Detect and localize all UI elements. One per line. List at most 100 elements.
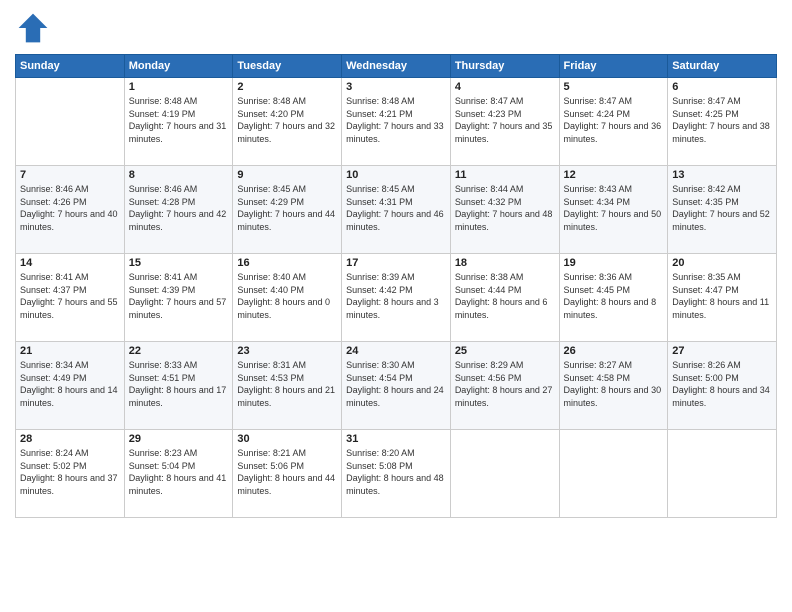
calendar-header-row: SundayMondayTuesdayWednesdayThursdayFrid… [16, 55, 777, 78]
calendar-cell: 22 Sunrise: 8:33 AMSunset: 4:51 PMDaylig… [124, 342, 233, 430]
calendar-cell [450, 430, 559, 518]
calendar-cell: 2 Sunrise: 8:48 AMSunset: 4:20 PMDayligh… [233, 78, 342, 166]
day-number: 21 [20, 345, 120, 357]
day-number: 17 [346, 257, 446, 269]
page-container: SundayMondayTuesdayWednesdayThursdayFrid… [0, 0, 792, 612]
day-number: 15 [129, 257, 229, 269]
day-info: Sunrise: 8:35 AMSunset: 4:47 PMDaylight:… [672, 271, 772, 321]
day-info: Sunrise: 8:47 AMSunset: 4:24 PMDaylight:… [564, 95, 664, 145]
calendar-cell [668, 430, 777, 518]
day-number: 18 [455, 257, 555, 269]
calendar-cell: 11 Sunrise: 8:44 AMSunset: 4:32 PMDaylig… [450, 166, 559, 254]
calendar-cell: 20 Sunrise: 8:35 AMSunset: 4:47 PMDaylig… [668, 254, 777, 342]
day-info: Sunrise: 8:47 AMSunset: 4:25 PMDaylight:… [672, 95, 772, 145]
calendar-cell: 28 Sunrise: 8:24 AMSunset: 5:02 PMDaylig… [16, 430, 125, 518]
day-number: 1 [129, 81, 229, 93]
day-number: 16 [237, 257, 337, 269]
calendar-cell: 10 Sunrise: 8:45 AMSunset: 4:31 PMDaylig… [342, 166, 451, 254]
calendar-cell: 13 Sunrise: 8:42 AMSunset: 4:35 PMDaylig… [668, 166, 777, 254]
day-header-friday: Friday [559, 55, 668, 78]
day-info: Sunrise: 8:48 AMSunset: 4:21 PMDaylight:… [346, 95, 446, 145]
day-number: 13 [672, 169, 772, 181]
day-number: 28 [20, 433, 120, 445]
day-info: Sunrise: 8:27 AMSunset: 4:58 PMDaylight:… [564, 359, 664, 409]
calendar-cell: 19 Sunrise: 8:36 AMSunset: 4:45 PMDaylig… [559, 254, 668, 342]
day-header-sunday: Sunday [16, 55, 125, 78]
day-number: 11 [455, 169, 555, 181]
day-number: 6 [672, 81, 772, 93]
day-number: 3 [346, 81, 446, 93]
calendar-table: SundayMondayTuesdayWednesdayThursdayFrid… [15, 54, 777, 518]
day-info: Sunrise: 8:33 AMSunset: 4:51 PMDaylight:… [129, 359, 229, 409]
day-info: Sunrise: 8:40 AMSunset: 4:40 PMDaylight:… [237, 271, 337, 321]
day-number: 23 [237, 345, 337, 357]
day-number: 10 [346, 169, 446, 181]
day-number: 24 [346, 345, 446, 357]
day-info: Sunrise: 8:20 AMSunset: 5:08 PMDaylight:… [346, 447, 446, 497]
header [15, 10, 777, 46]
day-info: Sunrise: 8:31 AMSunset: 4:53 PMDaylight:… [237, 359, 337, 409]
day-info: Sunrise: 8:29 AMSunset: 4:56 PMDaylight:… [455, 359, 555, 409]
day-info: Sunrise: 8:44 AMSunset: 4:32 PMDaylight:… [455, 183, 555, 233]
day-number: 4 [455, 81, 555, 93]
day-info: Sunrise: 8:46 AMSunset: 4:28 PMDaylight:… [129, 183, 229, 233]
calendar-cell: 26 Sunrise: 8:27 AMSunset: 4:58 PMDaylig… [559, 342, 668, 430]
logo-icon [15, 10, 51, 46]
calendar-cell: 14 Sunrise: 8:41 AMSunset: 4:37 PMDaylig… [16, 254, 125, 342]
day-number: 29 [129, 433, 229, 445]
day-number: 5 [564, 81, 664, 93]
day-info: Sunrise: 8:34 AMSunset: 4:49 PMDaylight:… [20, 359, 120, 409]
calendar-week-row: 28 Sunrise: 8:24 AMSunset: 5:02 PMDaylig… [16, 430, 777, 518]
day-header-thursday: Thursday [450, 55, 559, 78]
day-info: Sunrise: 8:30 AMSunset: 4:54 PMDaylight:… [346, 359, 446, 409]
calendar-cell: 21 Sunrise: 8:34 AMSunset: 4:49 PMDaylig… [16, 342, 125, 430]
day-info: Sunrise: 8:24 AMSunset: 5:02 PMDaylight:… [20, 447, 120, 497]
day-info: Sunrise: 8:43 AMSunset: 4:34 PMDaylight:… [564, 183, 664, 233]
calendar-cell: 1 Sunrise: 8:48 AMSunset: 4:19 PMDayligh… [124, 78, 233, 166]
day-number: 2 [237, 81, 337, 93]
calendar-cell: 8 Sunrise: 8:46 AMSunset: 4:28 PMDayligh… [124, 166, 233, 254]
calendar-cell: 30 Sunrise: 8:21 AMSunset: 5:06 PMDaylig… [233, 430, 342, 518]
calendar-cell: 29 Sunrise: 8:23 AMSunset: 5:04 PMDaylig… [124, 430, 233, 518]
calendar-week-row: 14 Sunrise: 8:41 AMSunset: 4:37 PMDaylig… [16, 254, 777, 342]
calendar-cell: 27 Sunrise: 8:26 AMSunset: 5:00 PMDaylig… [668, 342, 777, 430]
day-info: Sunrise: 8:48 AMSunset: 4:19 PMDaylight:… [129, 95, 229, 145]
calendar-cell: 4 Sunrise: 8:47 AMSunset: 4:23 PMDayligh… [450, 78, 559, 166]
calendar-week-row: 7 Sunrise: 8:46 AMSunset: 4:26 PMDayligh… [16, 166, 777, 254]
day-number: 14 [20, 257, 120, 269]
day-info: Sunrise: 8:36 AMSunset: 4:45 PMDaylight:… [564, 271, 664, 321]
calendar-cell: 9 Sunrise: 8:45 AMSunset: 4:29 PMDayligh… [233, 166, 342, 254]
day-number: 19 [564, 257, 664, 269]
day-info: Sunrise: 8:23 AMSunset: 5:04 PMDaylight:… [129, 447, 229, 497]
calendar-cell: 6 Sunrise: 8:47 AMSunset: 4:25 PMDayligh… [668, 78, 777, 166]
day-info: Sunrise: 8:41 AMSunset: 4:39 PMDaylight:… [129, 271, 229, 321]
day-number: 7 [20, 169, 120, 181]
day-number: 12 [564, 169, 664, 181]
day-info: Sunrise: 8:41 AMSunset: 4:37 PMDaylight:… [20, 271, 120, 321]
day-header-tuesday: Tuesday [233, 55, 342, 78]
day-number: 25 [455, 345, 555, 357]
day-info: Sunrise: 8:39 AMSunset: 4:42 PMDaylight:… [346, 271, 446, 321]
day-number: 20 [672, 257, 772, 269]
day-number: 31 [346, 433, 446, 445]
day-info: Sunrise: 8:46 AMSunset: 4:26 PMDaylight:… [20, 183, 120, 233]
day-info: Sunrise: 8:38 AMSunset: 4:44 PMDaylight:… [455, 271, 555, 321]
calendar-cell: 24 Sunrise: 8:30 AMSunset: 4:54 PMDaylig… [342, 342, 451, 430]
calendar-cell: 16 Sunrise: 8:40 AMSunset: 4:40 PMDaylig… [233, 254, 342, 342]
calendar-cell: 3 Sunrise: 8:48 AMSunset: 4:21 PMDayligh… [342, 78, 451, 166]
calendar-cell: 12 Sunrise: 8:43 AMSunset: 4:34 PMDaylig… [559, 166, 668, 254]
calendar-cell: 17 Sunrise: 8:39 AMSunset: 4:42 PMDaylig… [342, 254, 451, 342]
day-number: 22 [129, 345, 229, 357]
calendar-week-row: 1 Sunrise: 8:48 AMSunset: 4:19 PMDayligh… [16, 78, 777, 166]
day-header-saturday: Saturday [668, 55, 777, 78]
calendar-week-row: 21 Sunrise: 8:34 AMSunset: 4:49 PMDaylig… [16, 342, 777, 430]
day-info: Sunrise: 8:26 AMSunset: 5:00 PMDaylight:… [672, 359, 772, 409]
day-number: 27 [672, 345, 772, 357]
day-info: Sunrise: 8:48 AMSunset: 4:20 PMDaylight:… [237, 95, 337, 145]
day-info: Sunrise: 8:45 AMSunset: 4:29 PMDaylight:… [237, 183, 337, 233]
calendar-cell: 18 Sunrise: 8:38 AMSunset: 4:44 PMDaylig… [450, 254, 559, 342]
day-info: Sunrise: 8:21 AMSunset: 5:06 PMDaylight:… [237, 447, 337, 497]
day-header-wednesday: Wednesday [342, 55, 451, 78]
calendar-cell: 31 Sunrise: 8:20 AMSunset: 5:08 PMDaylig… [342, 430, 451, 518]
calendar-cell: 5 Sunrise: 8:47 AMSunset: 4:24 PMDayligh… [559, 78, 668, 166]
